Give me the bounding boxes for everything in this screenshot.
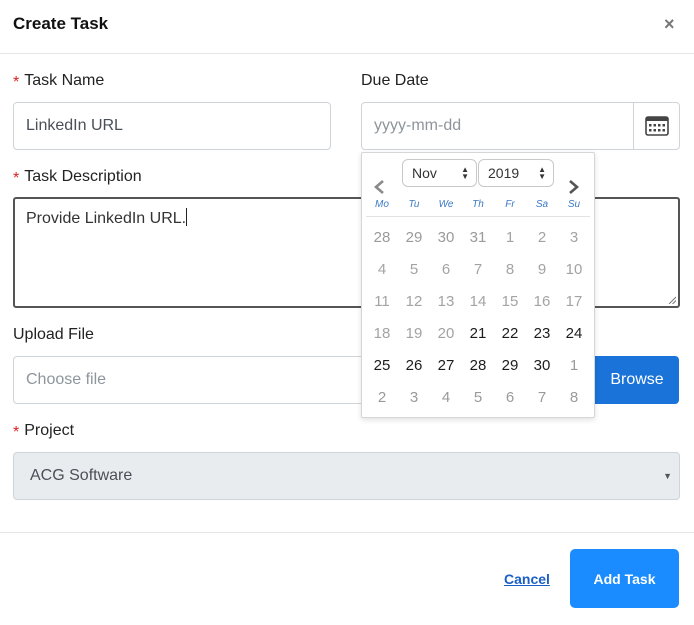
calendar-day: 4 [377,261,387,278]
calendar-day[interactable]: 27 [430,350,462,382]
datepicker-popup: Nov ▲ ▼ 2019 ▲ ▼ Mo Tu We Th Fr Sa Su 28 2… [361,152,595,418]
calendar-day: 3 [569,229,579,246]
calendar-day: 18 [373,325,391,342]
calendar-day[interactable]: 23 [526,318,558,350]
calendar-day: 12 [405,293,423,310]
required-asterisk: * [13,170,20,187]
project-select-value: ACG Software [30,467,133,484]
add-task-button[interactable]: Add Task [570,549,679,608]
browse-button[interactable]: Browse [595,356,679,404]
project-select[interactable]: ACG Software ▼ [13,452,680,500]
calendar-day: 8 [569,389,579,406]
chevron-down-icon: ▼ [663,471,672,481]
calendar-day: 19 [405,325,423,342]
calendar-day: 13 [437,293,455,310]
due-date-input[interactable]: yyyy-mm-dd [361,102,634,150]
calendar-day[interactable]: 24 [558,318,590,350]
modal-header: Create Task × [0,0,694,54]
task-name-label-text: Task Name [24,72,105,89]
calendar-day[interactable]: 25 [366,350,398,382]
task-description-text: Provide LinkedIn URL. [26,210,187,227]
calendar-week: 11 12 13 14 15 16 17 [366,286,590,318]
calendar-grid: 28 29 30 31 1 2 3 4 5 6 7 8 9 10 11 12 1… [366,222,590,414]
calendar-day: 29 [405,229,423,246]
footer-divider [0,532,694,533]
project-label-text: Project [24,422,75,439]
weekday-header: Mo Tu We Th Fr Sa Su [366,199,590,217]
next-month-button[interactable] [568,177,580,199]
modal-title: Create Task [13,14,109,33]
calendar-day[interactable]: 29 [494,350,526,382]
calendar-week: 25 26 27 28 29 30 1 [366,350,590,382]
prev-month-button[interactable] [373,177,385,199]
calendar-icon [644,116,669,136]
calendar-day: 7 [473,261,483,278]
required-asterisk: * [13,74,20,91]
due-date-label: Due Date [361,72,429,89]
calendar-day: 28 [373,229,391,246]
calendar-day: 7 [537,389,547,406]
task-name-label: * Task Name [13,72,105,91]
create-task-modal: Create Task × * Task Name LinkedIn URL Du… [0,0,694,625]
calendar-day: 1 [569,357,579,374]
calendar-day[interactable]: 22 [494,318,526,350]
project-label: * Project [13,422,75,441]
calendar-day[interactable]: 28 [462,350,494,382]
calendar-week: 28 29 30 31 1 2 3 [366,222,590,254]
calendar-day: 6 [505,389,515,406]
weekday-label: Sa [535,199,549,210]
weekday-label: We [438,199,454,210]
calendar-week: 18 19 20 21 22 23 24 [366,318,590,350]
calendar-day: 20 [437,325,455,342]
close-button[interactable]: × [664,14,675,34]
chevron-left-icon [374,180,384,194]
month-select[interactable]: Nov ▲ ▼ [402,159,477,187]
calendar-day: 6 [441,261,451,278]
calendar-day: 30 [437,229,455,246]
chevron-right-icon [569,180,579,194]
year-select[interactable]: 2019 ▲ ▼ [478,159,554,187]
calendar-day: 2 [537,229,547,246]
calendar-day: 3 [409,389,419,406]
calendar-day: 17 [565,293,583,310]
calendar-button[interactable] [633,102,680,150]
calendar-day: 11 [374,293,390,310]
calendar-day: 15 [501,293,519,310]
calendar-day: 31 [469,229,487,246]
calendar-week: 2 3 4 5 6 7 8 [366,382,590,414]
select-updown-icon: ▲ ▼ [538,165,546,181]
text-caret [186,208,188,226]
calendar-week: 4 5 6 7 8 9 10 [366,254,590,286]
required-asterisk: * [13,424,20,441]
cancel-link[interactable]: Cancel [504,571,550,587]
calendar-day[interactable]: 21 [462,318,494,350]
weekday-label: Fr [505,199,515,210]
resize-grip-icon[interactable] [668,296,676,304]
calendar-day: 14 [469,293,487,310]
calendar-day: 16 [533,293,551,310]
task-description-label: * Task Description [13,168,142,187]
task-name-input[interactable]: LinkedIn URL [13,102,331,150]
calendar-day: 9 [537,261,547,278]
task-description-label-text: Task Description [24,168,142,185]
calendar-day: 8 [505,261,515,278]
calendar-day: 1 [505,229,515,246]
calendar-day[interactable]: 30 [526,350,558,382]
upload-file-label: Upload File [13,326,94,343]
weekday-label: Tu [408,199,420,210]
weekday-label: Th [472,199,484,210]
year-select-value: 2019 [488,165,520,181]
calendar-day: 4 [441,389,451,406]
select-updown-icon: ▲ ▼ [461,165,469,181]
calendar-day: 2 [377,389,387,406]
calendar-day: 5 [473,389,483,406]
month-select-value: Nov [412,165,437,181]
weekday-label: Mo [375,199,389,210]
calendar-day[interactable]: 26 [398,350,430,382]
weekday-label: Su [567,199,581,210]
calendar-day: 5 [409,261,419,278]
calendar-day: 10 [565,261,583,278]
